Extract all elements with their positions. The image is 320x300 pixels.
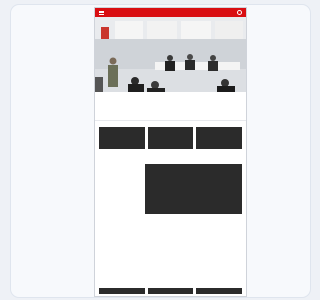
- mobile-page-preview[interactable]: [94, 7, 247, 297]
- card-thumbnail[interactable]: [99, 288, 145, 294]
- top-navigation-bar: [95, 8, 246, 17]
- feature-video[interactable]: [145, 164, 242, 214]
- divider: [95, 120, 246, 121]
- search-icon[interactable]: [237, 10, 242, 15]
- feature-block: [95, 152, 246, 214]
- second-section: [95, 284, 246, 294]
- card-thumbnail[interactable]: [196, 127, 243, 149]
- card-thumbnail[interactable]: [147, 127, 194, 149]
- news-card-row: [95, 127, 246, 152]
- card-thumbnail[interactable]: [99, 127, 145, 149]
- hamburger-menu-icon[interactable]: [99, 10, 104, 15]
- card-thumbnail[interactable]: [196, 288, 243, 294]
- preview-card: [10, 4, 311, 298]
- bottom-thumbnail-row: [95, 288, 246, 294]
- press-conference-image: [95, 17, 246, 92]
- card-thumbnail[interactable]: [147, 288, 194, 294]
- lead-article: [95, 92, 246, 116]
- news-card[interactable]: [147, 127, 194, 152]
- feature-text: [99, 164, 141, 214]
- hero-photo[interactable]: [95, 17, 246, 92]
- news-card[interactable]: [196, 127, 243, 152]
- news-card[interactable]: [99, 127, 145, 152]
